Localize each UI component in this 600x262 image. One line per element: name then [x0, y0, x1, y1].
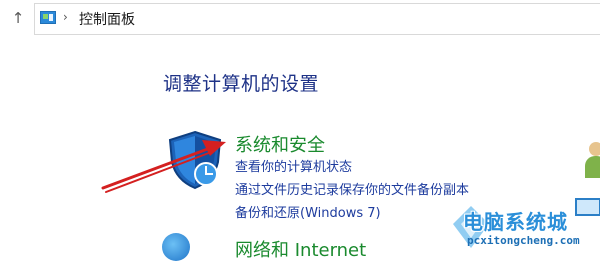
page-heading: 调整计算机的设置	[163, 73, 320, 95]
watermark: 电脑系统城 pcxitongcheng.com	[443, 196, 600, 258]
user-accounts-icon[interactable]	[585, 140, 600, 180]
shield-icon[interactable]	[166, 130, 224, 190]
watermark-title: 电脑系统城	[463, 210, 568, 234]
watermark-url: pcxitongcheng.com	[467, 234, 580, 247]
up-arrow-icon[interactable]: ↑	[8, 8, 28, 28]
chevron-right-icon[interactable]: ›	[63, 10, 68, 24]
user-body	[585, 156, 600, 178]
address-bar: ↑ › 控制面板	[0, 0, 600, 40]
address-field[interactable]: › 控制面板	[34, 3, 600, 35]
link-backup-restore[interactable]: 备份和还原(Windows 7)	[235, 202, 381, 221]
watermark-monitor-icon	[575, 198, 600, 216]
link-file-history-backup[interactable]: 通过文件历史记录保存你的文件备份副本	[235, 179, 469, 198]
link-view-computer-status[interactable]: 查看你的计算机状态	[235, 156, 352, 175]
breadcrumb-control-panel[interactable]: 控制面板	[79, 9, 135, 29]
category-title-system-security[interactable]: 系统和安全	[235, 131, 325, 157]
category-title-network-internet[interactable]: 网络和 Internet	[235, 236, 366, 262]
control-panel-icon	[40, 11, 56, 24]
user-head	[589, 142, 600, 156]
